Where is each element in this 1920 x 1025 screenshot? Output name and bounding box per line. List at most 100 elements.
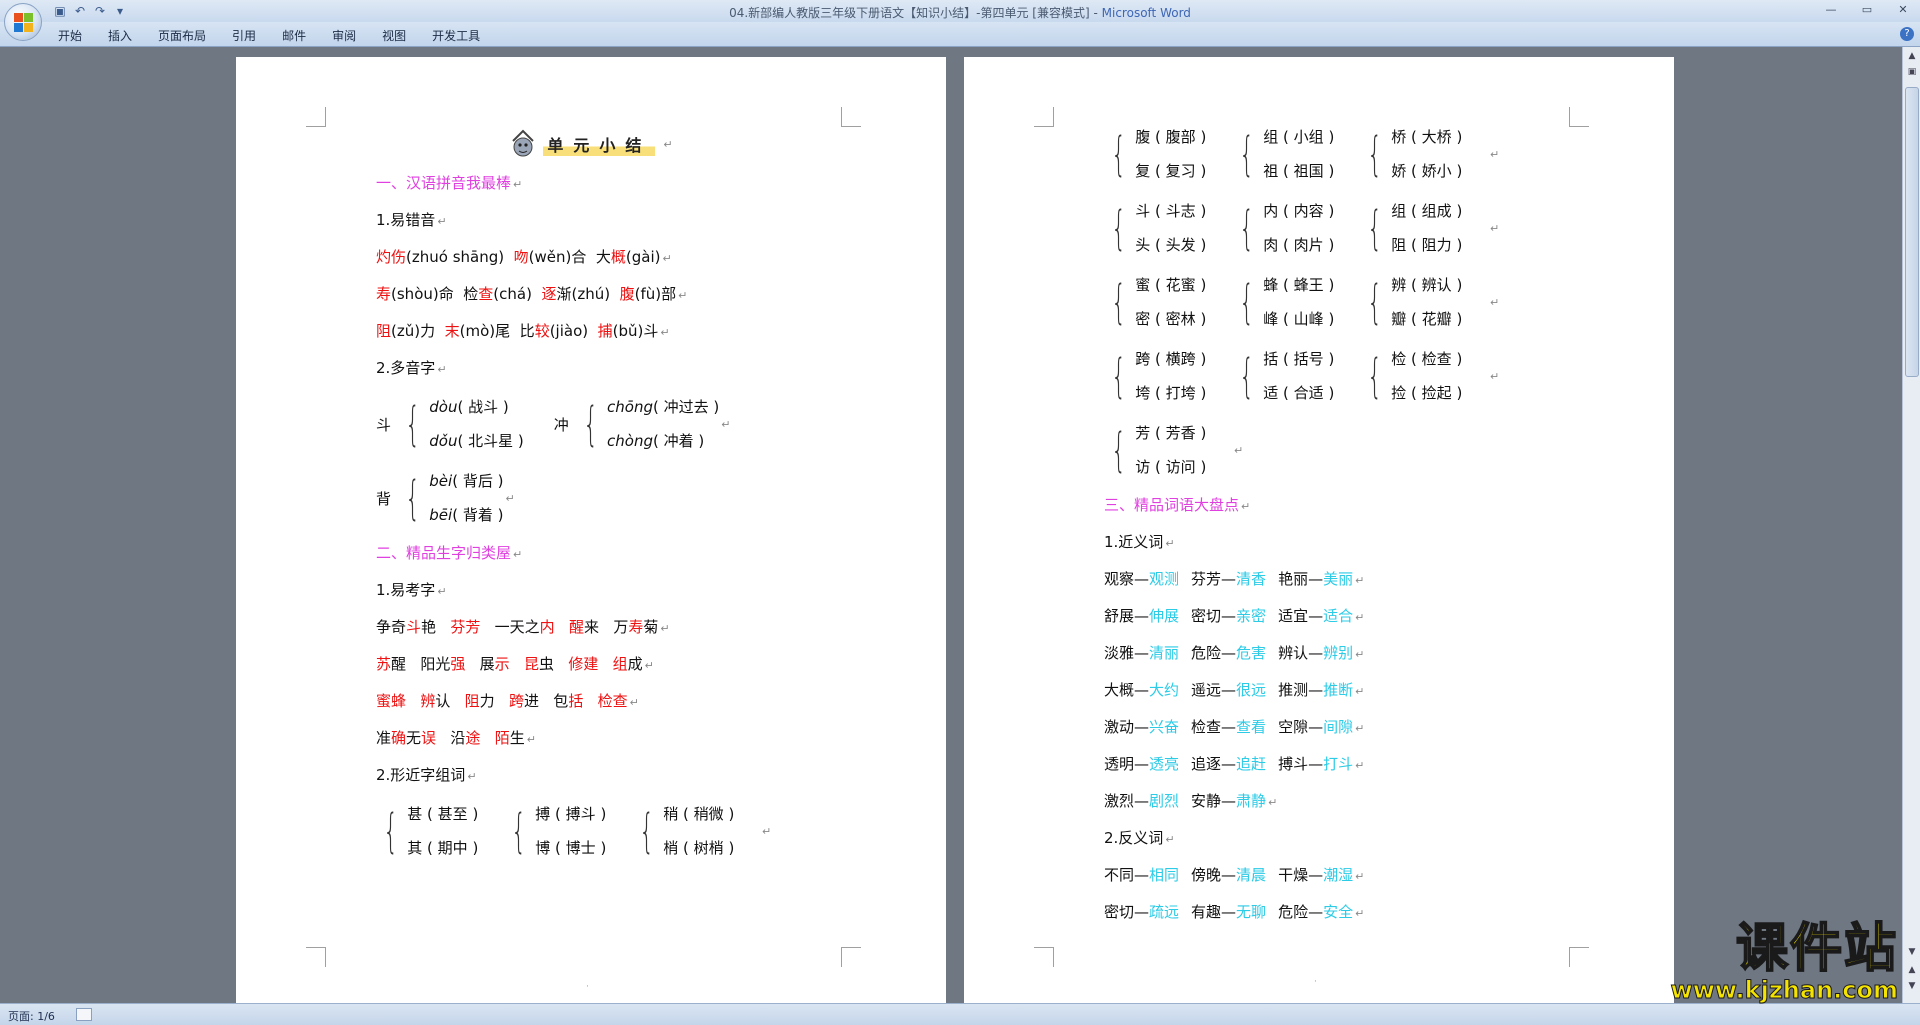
office-button[interactable] xyxy=(4,3,42,41)
similar-pair: {芳 ( 芳香 ) 访 ( 访问 ) xyxy=(1104,416,1232,484)
similar-word: 辨 ( 辨认 ) xyxy=(1391,276,1463,294)
pair-list: 组 ( 组成 ) 阻 ( 阻力 ) xyxy=(1391,194,1462,262)
similar-word: 检 ( 检查 ) xyxy=(1391,350,1463,368)
similar-pair: {组 ( 组成 ) 阻 ( 阻力 ) xyxy=(1360,194,1488,262)
polyphonic-item: 背{bèi( 背后 ) bēi( 背着 ) xyxy=(376,464,503,532)
text-line: 蜜蜂 辨认 阻力 跨进 包括 检查 ↵ xyxy=(376,683,816,720)
text-segment: 醒 阳光 xyxy=(391,655,451,673)
brace-icon: { xyxy=(1367,275,1382,329)
maximize-icon[interactable]: ▭ xyxy=(1856,2,1878,18)
paragraph-mark: ↵ xyxy=(662,252,672,265)
similar-word: 蜜 ( 花蜜 ) xyxy=(1135,276,1207,294)
similar-word: 桥 ( 大桥 ) xyxy=(1391,128,1463,146)
ribbon-tab[interactable]: 引用 xyxy=(232,27,256,44)
text-line: 寿(shòu)命 检查(chá) 逐渐(zhú) 腹(fù)部 ↵ xyxy=(376,276,816,313)
paragraph-mark: ↵ xyxy=(1355,907,1365,920)
paired-word: 很远 xyxy=(1236,681,1267,699)
similar-word: 稍 ( 稍微 ) xyxy=(663,805,735,823)
proofing-icon[interactable] xyxy=(76,1008,92,1021)
page-end-mark: · xyxy=(1314,977,1317,987)
reading-row: dòu( 战斗 ) xyxy=(429,390,523,424)
word: 舒展— xyxy=(1104,607,1150,625)
paragraph-mark: ↵ xyxy=(1490,369,1500,383)
brace-icon: { xyxy=(639,804,654,858)
paragraph-mark: ↵ xyxy=(678,289,688,302)
subheading-antonyms: 2.反义词 ↵ xyxy=(1104,829,1175,847)
similar-pair: {跨 ( 横跨 ) 垮 ( 打垮 ) xyxy=(1104,342,1232,410)
page-end-mark: · xyxy=(586,982,589,992)
paired-word: 辨别 xyxy=(1323,644,1354,662)
similar-pair: {括 ( 括号 ) 适 ( 合适 ) xyxy=(1232,342,1360,410)
similar-word: 复 ( 复习 ) xyxy=(1135,162,1207,180)
page-count[interactable]: 页面: 1/6 xyxy=(8,1008,55,1024)
scrollbar-thumb[interactable] xyxy=(1905,87,1919,377)
word: 干燥— xyxy=(1278,866,1324,884)
reading-list: dòu( 战斗 ) dǒu( 北斗星 ) xyxy=(429,390,523,458)
paired-word: 剧烈 xyxy=(1149,792,1180,810)
text-segment: (chá) xyxy=(493,285,542,303)
highlighted-char: 吻 xyxy=(513,248,529,266)
text-line: 阻(zǔ)力 末(mò)尾 比较(jiào) 捕(bǔ)斗 ↵ xyxy=(376,313,816,350)
crop-mark xyxy=(306,947,326,967)
ribbon-tab[interactable]: 开发工具 xyxy=(432,27,480,44)
pinyin: bēi xyxy=(429,506,453,524)
next-page-icon[interactable]: ▼ xyxy=(1906,981,1918,993)
brace-icon: { xyxy=(1111,349,1126,403)
pair-list: 蜂 ( 蜂王 ) 峰 ( 山峰 ) xyxy=(1263,268,1334,336)
paragraph-mark: ↵ xyxy=(1268,796,1278,809)
scroll-up-icon[interactable]: ▲ xyxy=(1906,51,1918,63)
similar-word: 博 ( 博士 ) xyxy=(535,839,607,857)
text-segment: (mò)尾 比 xyxy=(459,322,535,340)
similar-word: 组 ( 组成 ) xyxy=(1391,202,1463,220)
similar-word: 括 ( 括号 ) xyxy=(1263,350,1335,368)
word-pair-line: 密切—疏远 有趣—无聊 危险—安全 ↵ xyxy=(1104,894,1564,931)
ribbon-tab[interactable]: 邮件 xyxy=(282,27,306,44)
brace-icon: { xyxy=(1111,201,1126,255)
paired-word: 清香 xyxy=(1236,570,1267,588)
previous-page-icon[interactable]: ▲ xyxy=(1906,965,1918,977)
word: 适宜— xyxy=(1278,607,1324,625)
example-word: ( 北斗星 ) xyxy=(457,432,524,450)
highlighted-char: 逐 xyxy=(541,285,557,303)
word: 检查— xyxy=(1191,718,1237,736)
ribbon-tab[interactable]: 插入 xyxy=(108,27,132,44)
help-icon[interactable]: ? xyxy=(1900,27,1914,41)
crop-mark xyxy=(306,107,326,127)
text-segment: 艳 xyxy=(421,618,451,636)
scroll-down-icon[interactable]: ▼ xyxy=(1906,947,1918,959)
text-line: 争奇斗艳 芬芳 一天之内 醒来 万寿菊 ↵ xyxy=(376,609,816,646)
similar-word: 搏 ( 搏斗 ) xyxy=(535,805,607,823)
ribbon-tab[interactable]: 审阅 xyxy=(332,27,356,44)
text-segment xyxy=(555,618,569,636)
similar-word: 斗 ( 斗志 ) xyxy=(1135,202,1207,220)
pair-list: 搏 ( 搏斗 ) 博 ( 博士 ) xyxy=(535,797,606,865)
minimize-icon[interactable]: — xyxy=(1820,2,1842,18)
text-line: 准确无误 沿途 陌生 ↵ xyxy=(376,720,816,757)
ribbon-tab[interactable]: 页面布局 xyxy=(158,27,206,44)
ribbon-tab[interactable]: 开始 xyxy=(58,27,82,44)
pair-list: 稍 ( 稍微 ) 梢 ( 树梢 ) xyxy=(663,797,734,865)
paired-word: 打斗 xyxy=(1323,755,1354,773)
crop-mark xyxy=(1569,107,1589,127)
brace-icon: { xyxy=(1111,127,1126,181)
text-line: 苏醒 阳光强 展示 昆虫 修建 组成 ↵ xyxy=(376,646,816,683)
paired-word: 疏远 xyxy=(1149,903,1180,921)
text-segment: 进 包 xyxy=(524,692,569,710)
highlighted-char: 蜜蜂 xyxy=(376,692,407,710)
word-pair-line: 透明—透亮 追逐—追赶 搏斗—打斗 ↵ xyxy=(1104,746,1564,783)
close-icon[interactable]: ✕ xyxy=(1892,2,1914,18)
similar-word: 腹 ( 腹部 ) xyxy=(1135,128,1207,146)
word: 危险— xyxy=(1278,903,1324,921)
text-segment: 力 xyxy=(479,692,509,710)
word: 淡雅— xyxy=(1104,644,1150,662)
similar-word: 梢 ( 树梢 ) xyxy=(663,839,735,857)
text-segment xyxy=(480,729,494,747)
vertical-scrollbar[interactable]: ▲ ▣ ▼ ▲ ▼ xyxy=(1902,47,1920,1003)
paragraph-mark: ↵ xyxy=(1355,648,1365,661)
text-segment: (shòu)命 检 xyxy=(391,285,479,303)
office-logo-icon xyxy=(14,13,34,33)
pinyin: chōng xyxy=(607,398,653,416)
ruler-toggle-icon[interactable]: ▣ xyxy=(1906,67,1918,79)
section-heading-pinyin: 一、汉语拼音我最棒 ↵ xyxy=(376,174,523,192)
ribbon-tab[interactable]: 视图 xyxy=(382,27,406,44)
